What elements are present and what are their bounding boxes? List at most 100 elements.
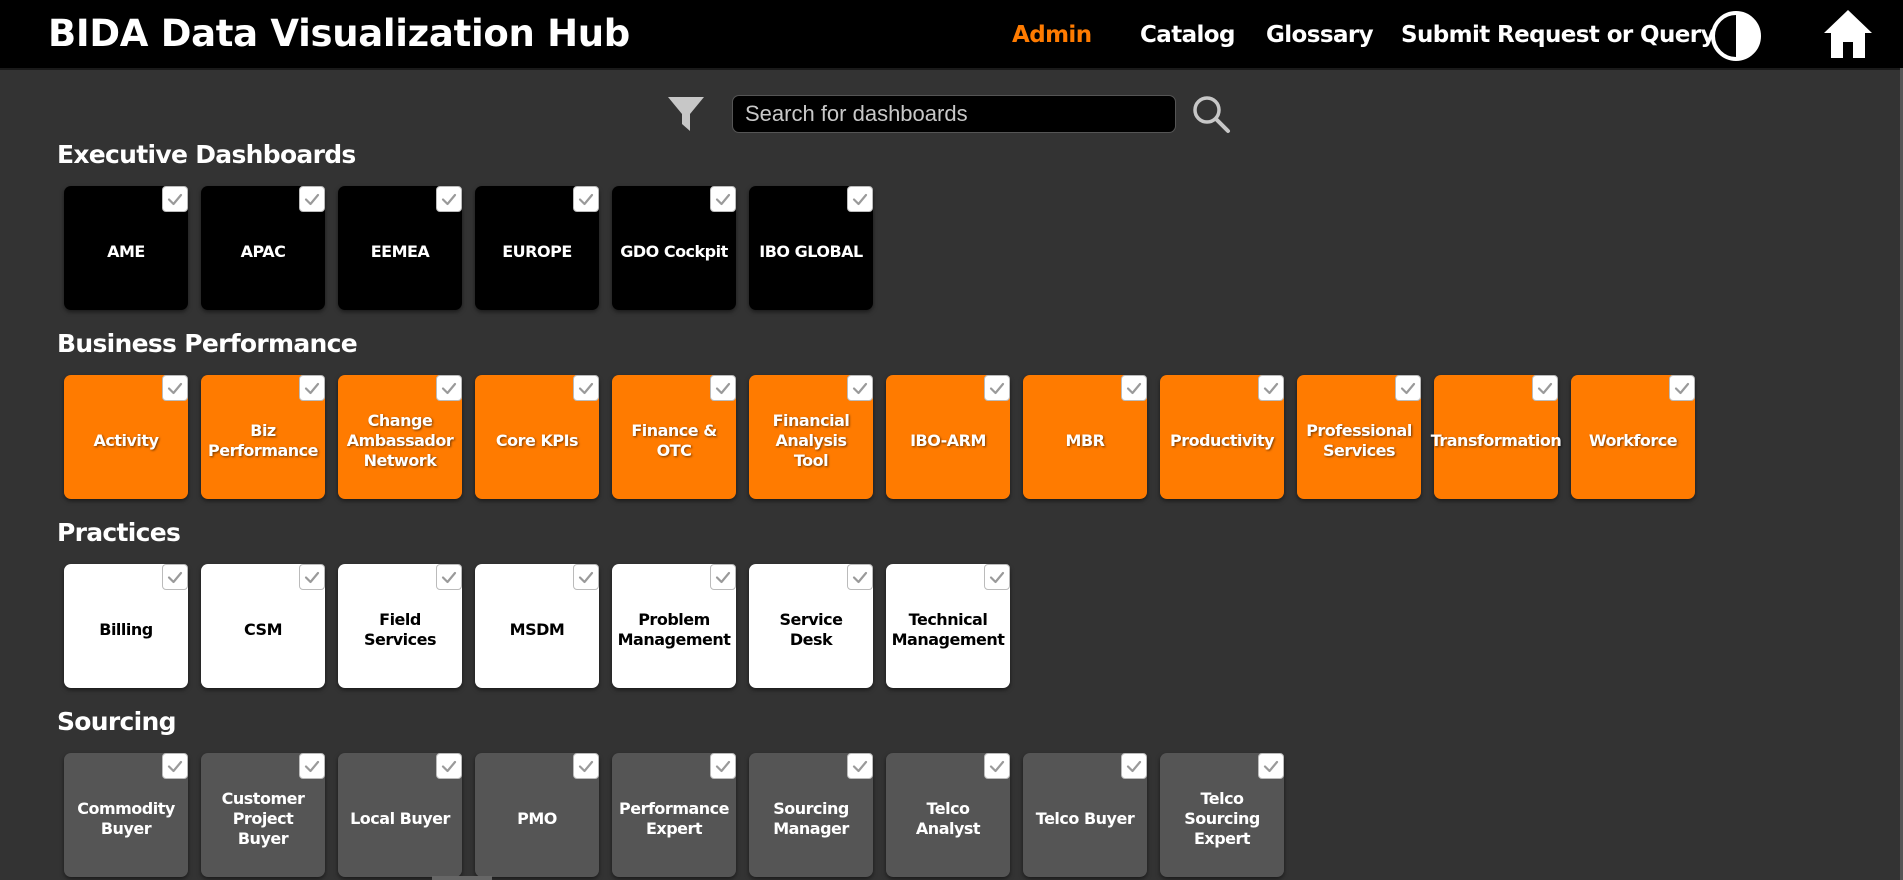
checkmark-icon bbox=[304, 760, 320, 773]
dashboard-tile[interactable]: PMO bbox=[475, 753, 599, 877]
checkmark-icon bbox=[852, 382, 868, 395]
select-checkbox[interactable] bbox=[162, 186, 188, 212]
select-checkbox[interactable] bbox=[573, 753, 599, 779]
dashboard-tile-label: Change Ambassador Network bbox=[346, 411, 454, 470]
section-title-sourcing: Sourcing bbox=[57, 707, 176, 736]
select-checkbox[interactable] bbox=[162, 375, 188, 401]
dashboard-tile[interactable]: Problem Management bbox=[612, 564, 736, 688]
select-checkbox[interactable] bbox=[573, 564, 599, 590]
select-checkbox[interactable] bbox=[1258, 753, 1284, 779]
dashboard-tile[interactable]: Sourcing Manager bbox=[749, 753, 873, 877]
dashboard-tile-label: Telco Analyst bbox=[915, 799, 981, 838]
checkmark-icon bbox=[441, 193, 457, 206]
select-checkbox[interactable] bbox=[162, 564, 188, 590]
dashboard-tile[interactable]: MBR bbox=[1023, 375, 1147, 499]
dashboard-tile[interactable]: Finance & OTC bbox=[612, 375, 736, 499]
select-checkbox[interactable] bbox=[984, 753, 1010, 779]
select-checkbox[interactable] bbox=[847, 753, 873, 779]
dashboard-tile[interactable]: Performance Expert bbox=[612, 753, 736, 877]
select-checkbox[interactable] bbox=[299, 753, 325, 779]
checkmark-icon bbox=[167, 193, 183, 206]
select-checkbox[interactable] bbox=[1121, 375, 1147, 401]
dashboard-tile[interactable]: Transformation bbox=[1431, 375, 1562, 499]
contrast-icon[interactable] bbox=[1710, 10, 1762, 62]
dashboard-tile[interactable]: IBO-ARM bbox=[886, 375, 1010, 499]
dashboard-tile[interactable]: Workforce bbox=[1571, 375, 1695, 499]
select-checkbox[interactable] bbox=[436, 375, 462, 401]
select-checkbox[interactable] bbox=[984, 375, 1010, 401]
select-checkbox[interactable] bbox=[162, 753, 188, 779]
select-checkbox[interactable] bbox=[1395, 375, 1421, 401]
dashboard-tile[interactable]: Core KPIs bbox=[475, 375, 599, 499]
dashboard-tile[interactable]: Billing bbox=[64, 564, 188, 688]
checkmark-icon bbox=[441, 760, 457, 773]
checkmark-icon bbox=[441, 571, 457, 584]
dashboard-tile-label: Service Desk bbox=[779, 610, 843, 649]
dashboard-tile-label: CSM bbox=[244, 620, 282, 639]
select-checkbox[interactable] bbox=[436, 564, 462, 590]
dashboard-tile[interactable]: Activity bbox=[64, 375, 188, 499]
select-checkbox[interactable] bbox=[710, 753, 736, 779]
dashboard-tile[interactable]: Productivity bbox=[1160, 375, 1284, 499]
select-checkbox[interactable] bbox=[299, 375, 325, 401]
select-checkbox[interactable] bbox=[299, 564, 325, 590]
nav-glossary[interactable]: Glossary bbox=[1266, 22, 1374, 48]
search-icon[interactable] bbox=[1191, 94, 1231, 134]
checkmark-icon bbox=[852, 760, 868, 773]
select-checkbox[interactable] bbox=[1669, 375, 1695, 401]
nav-admin[interactable]: Admin bbox=[1012, 22, 1092, 48]
select-checkbox[interactable] bbox=[847, 564, 873, 590]
dashboard-tile[interactable]: Financial Analysis Tool bbox=[749, 375, 873, 499]
dashboard-tile[interactable]: Field Services bbox=[338, 564, 462, 688]
select-checkbox[interactable] bbox=[299, 186, 325, 212]
dashboard-tile-label: IBO GLOBAL bbox=[759, 242, 863, 261]
dashboard-tile[interactable]: Customer Project Buyer bbox=[201, 753, 325, 877]
select-checkbox[interactable] bbox=[710, 564, 736, 590]
dashboard-tile[interactable]: GDO Cockpit bbox=[612, 186, 736, 310]
dashboard-tile[interactable]: MSDM bbox=[475, 564, 599, 688]
select-checkbox[interactable] bbox=[436, 753, 462, 779]
app-title[interactable]: BIDA Data Visualization Hub bbox=[48, 12, 630, 55]
select-checkbox[interactable] bbox=[1258, 375, 1284, 401]
horizontal-scrollbar-thumb[interactable] bbox=[432, 876, 492, 880]
select-checkbox[interactable] bbox=[847, 375, 873, 401]
dashboard-tile[interactable]: Telco Sourcing Expert bbox=[1160, 753, 1284, 877]
select-checkbox[interactable] bbox=[847, 186, 873, 212]
search-input[interactable] bbox=[732, 95, 1176, 133]
select-checkbox[interactable] bbox=[573, 186, 599, 212]
dashboard-tile[interactable]: CSM bbox=[201, 564, 325, 688]
home-icon[interactable] bbox=[1822, 8, 1874, 60]
dashboard-tile[interactable]: Technical Management bbox=[886, 564, 1010, 688]
select-checkbox[interactable] bbox=[710, 186, 736, 212]
dashboard-tile[interactable]: Telco Analyst bbox=[886, 753, 1010, 877]
select-checkbox[interactable] bbox=[984, 564, 1010, 590]
dashboard-tile-label: APAC bbox=[240, 242, 286, 261]
checkmark-icon bbox=[1263, 760, 1279, 773]
dashboard-tile-label: Productivity bbox=[1169, 431, 1275, 450]
select-checkbox[interactable] bbox=[710, 375, 736, 401]
dashboard-tile[interactable]: EEMEA bbox=[338, 186, 462, 310]
dashboard-tile[interactable]: Commodity Buyer bbox=[64, 753, 188, 877]
dashboard-tile[interactable]: EUROPE bbox=[475, 186, 599, 310]
select-checkbox[interactable] bbox=[1532, 375, 1558, 401]
select-checkbox[interactable] bbox=[436, 186, 462, 212]
nav-submit-request[interactable]: Submit Request or Query bbox=[1401, 22, 1716, 48]
dashboard-tile[interactable]: Local Buyer bbox=[338, 753, 462, 877]
dashboard-tile-label: Professional Services bbox=[1306, 421, 1412, 460]
select-checkbox[interactable] bbox=[1121, 753, 1147, 779]
select-checkbox[interactable] bbox=[573, 375, 599, 401]
dashboard-tile[interactable]: Professional Services bbox=[1297, 375, 1421, 499]
dashboard-tile[interactable]: Biz Performance bbox=[201, 375, 325, 499]
dashboard-tile[interactable]: APAC bbox=[201, 186, 325, 310]
dashboard-tile[interactable]: Change Ambassador Network bbox=[338, 375, 462, 499]
dashboard-tile-label: PMO bbox=[517, 809, 557, 828]
dashboard-tile[interactable]: Service Desk bbox=[749, 564, 873, 688]
dashboard-tile[interactable]: Telco Buyer bbox=[1023, 753, 1147, 877]
dashboard-tile-label: Commodity Buyer bbox=[77, 799, 175, 838]
dashboard-tile[interactable]: IBO GLOBAL bbox=[749, 186, 873, 310]
checkmark-icon bbox=[1537, 382, 1553, 395]
nav-catalog[interactable]: Catalog bbox=[1140, 22, 1235, 48]
dashboard-tile-label: Performance Expert bbox=[619, 799, 730, 838]
filter-icon[interactable] bbox=[667, 94, 705, 134]
dashboard-tile[interactable]: AME bbox=[64, 186, 188, 310]
